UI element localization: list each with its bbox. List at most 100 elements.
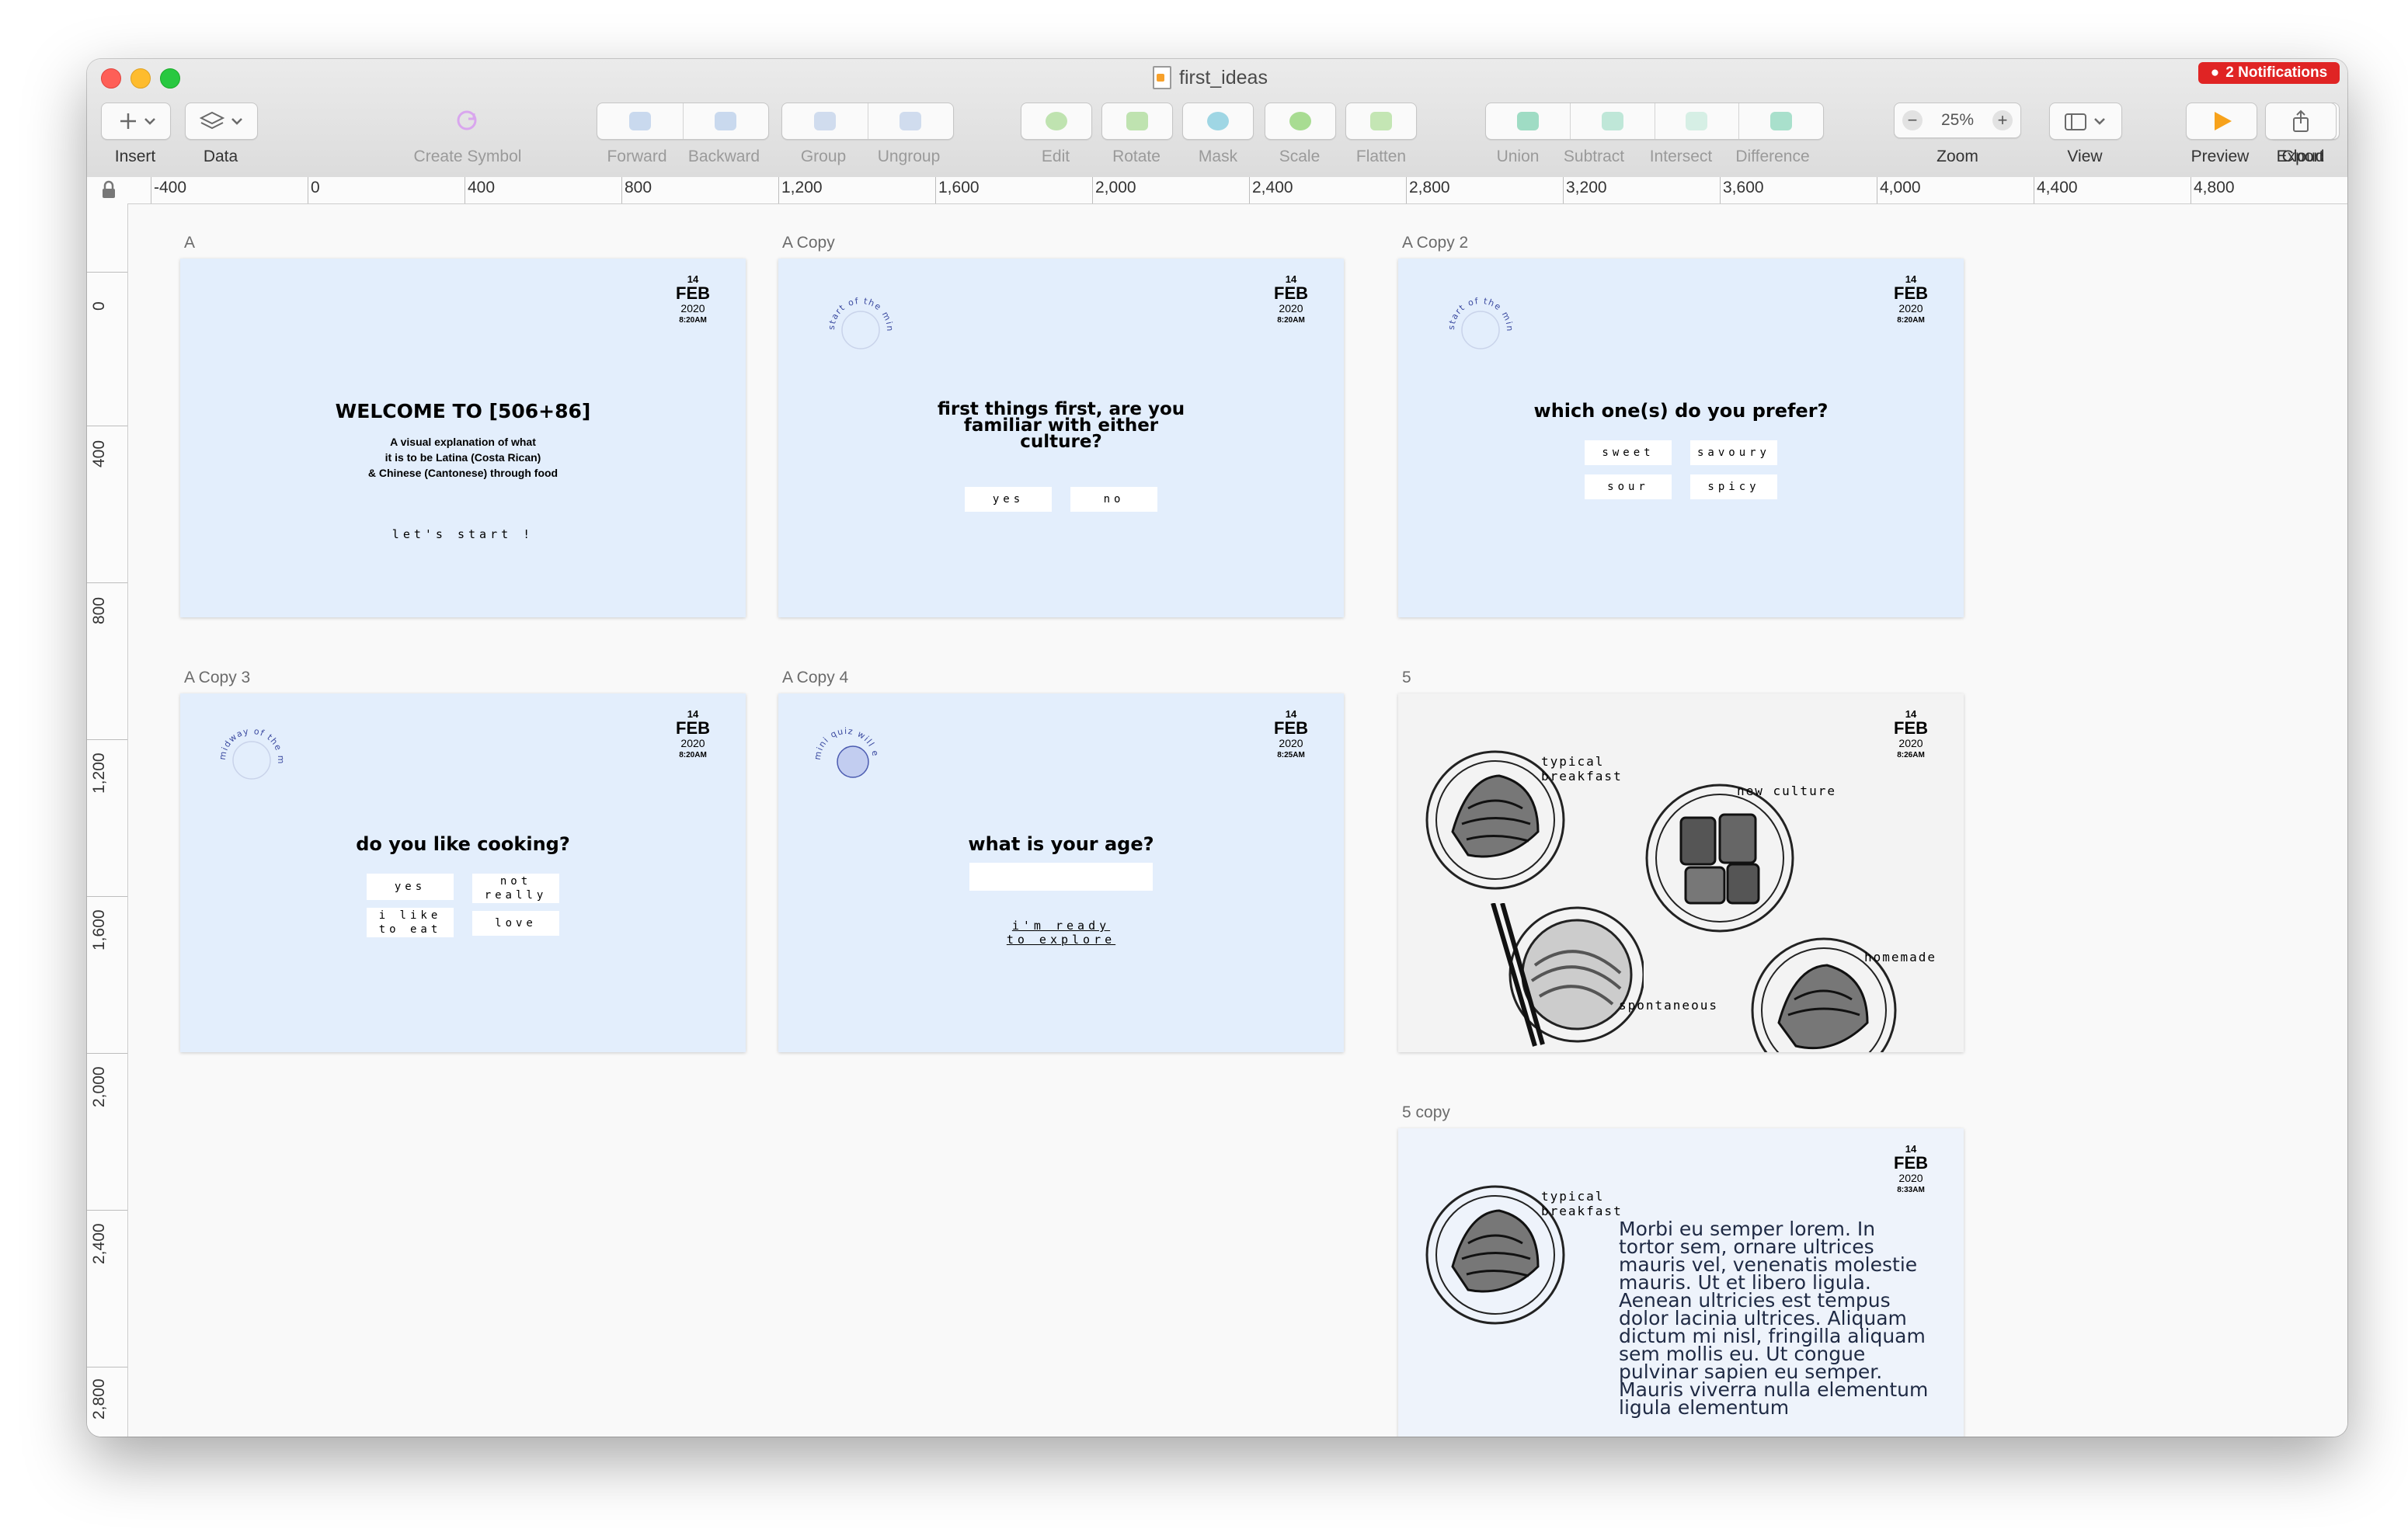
arrange-group xyxy=(597,103,769,140)
artboard-label-a-copy-2[interactable]: A Copy 2 xyxy=(1402,234,1468,252)
design-canvas[interactable]: A 14 FEB 2020 8:20AM WELCOME TO [506+86]… xyxy=(128,204,2347,1437)
subtract-button[interactable] xyxy=(1571,103,1655,139)
h-ruler-label: 3,600 xyxy=(1723,179,1764,196)
ready-to-explore-link[interactable]: i'm ready to explore xyxy=(778,919,1344,947)
option-sour[interactable]: sour xyxy=(1585,474,1672,499)
backward-label: Backward xyxy=(687,148,760,165)
layers-icon xyxy=(199,111,242,130)
view-button[interactable] xyxy=(2049,103,2122,140)
v-ruler-label: 1,600 xyxy=(90,909,108,950)
edit-button[interactable] xyxy=(1021,103,1092,140)
scale-button[interactable] xyxy=(1265,103,1336,140)
flatten-button[interactable] xyxy=(1345,103,1417,140)
question-title: first things first, are you familiar wit… xyxy=(937,399,1185,452)
backward-button[interactable] xyxy=(684,103,769,139)
option-spicy[interactable]: spicy xyxy=(1690,474,1777,499)
notifications-badge[interactable]: ● 2 Notifications xyxy=(2198,62,2340,84)
age-input[interactable] xyxy=(969,863,1153,891)
h-ruler-label: 4,400 xyxy=(2037,179,2078,196)
artboard-label-a-copy-4[interactable]: A Copy 4 xyxy=(782,669,848,687)
artboard-a-copy-4[interactable]: mini quiz will end 14 FEB 2020 8:25AM wh… xyxy=(778,693,1344,1052)
artboard-label-a-copy[interactable]: A Copy xyxy=(782,234,835,252)
close-window-button[interactable] xyxy=(101,68,121,89)
lorem-body-text: Morbi eu semper lorem. In tortor sem, or… xyxy=(1619,1218,1929,1419)
date-stamp: 14 FEB 2020 8:20AM xyxy=(670,709,716,762)
data-dropdown[interactable] xyxy=(186,103,257,139)
option-yes[interactable]: yes xyxy=(965,487,1052,512)
difference-button[interactable] xyxy=(1739,103,1823,139)
subtract-icon xyxy=(1601,112,1623,130)
mask-button[interactable] xyxy=(1182,103,1254,140)
insert-button[interactable] xyxy=(101,103,171,140)
view-dropdown[interactable] xyxy=(2050,103,2121,139)
artboard-a-copy-3[interactable]: midway of the mini quiz 14 FEB 2020 8:20… xyxy=(180,693,746,1052)
v-ruler-label: 800 xyxy=(90,596,108,624)
svg-text:start of the mini quiz: start of the mini quiz xyxy=(1443,287,1515,332)
artboard-5[interactable]: 14 FEB 2020 8:26AM typical breakfast new… xyxy=(1398,693,1964,1052)
artboard-a-copy-2[interactable]: start of the mini quiz 14 FEB 2020 8:20A… xyxy=(1398,259,1964,617)
mask-icon xyxy=(1207,112,1229,130)
horizontal-ruler[interactable]: -400 0 400 800 1,200 1,600 2,000 2,400 2… xyxy=(130,177,2347,204)
forward-icon xyxy=(628,112,651,130)
preview-button[interactable] xyxy=(2186,103,2257,140)
zoom-in-button[interactable]: + xyxy=(1992,110,2013,130)
rotate-icon xyxy=(1126,112,1148,130)
artboard-a-copy[interactable]: start of the mini quiz 14 FEB 2020 8:20A… xyxy=(778,259,1344,617)
export-button[interactable] xyxy=(2265,103,2337,140)
artboard-label-5-copy[interactable]: 5 copy xyxy=(1402,1103,1450,1122)
date-year: 2020 xyxy=(1898,302,1923,314)
insert-dropdown[interactable] xyxy=(102,103,170,139)
group-button[interactable] xyxy=(782,103,868,139)
ruler-lock-corner[interactable] xyxy=(87,177,131,204)
lets-start-link[interactable]: let's start ! xyxy=(180,527,746,541)
option-not-really[interactable]: not really xyxy=(472,874,559,903)
zoom-value[interactable]: 25% xyxy=(1941,111,1974,130)
v-ruler-label: 2,400 xyxy=(90,1223,108,1264)
h-ruler-label: 3,200 xyxy=(1566,179,1607,196)
question-title: do you like cooking? xyxy=(356,833,570,855)
quiz-end-badge: mini quiz will end xyxy=(809,717,879,778)
titlebar: first_ideas ● 2 Notifications Insert Dat… xyxy=(87,59,2347,179)
artboard-label-a[interactable]: A xyxy=(184,234,195,252)
minimize-window-button[interactable] xyxy=(130,68,151,89)
option-love[interactable]: love xyxy=(472,911,559,936)
artboard-label-a-copy-3[interactable]: A Copy 3 xyxy=(184,669,250,687)
ungroup-icon xyxy=(900,112,922,130)
lock-icon xyxy=(103,180,115,198)
artboard-5-copy[interactable]: 14 FEB 2020 8:33AM typical breakfast Mor… xyxy=(1398,1128,1964,1437)
artboard-a[interactable]: 14 FEB 2020 8:20AM WELCOME TO [506+86] A… xyxy=(180,259,746,617)
food-label-typical-breakfast: typical breakfast xyxy=(1541,754,1623,784)
data-button[interactable] xyxy=(185,103,258,140)
forward-button[interactable] xyxy=(597,103,684,139)
v-ruler-label: 400 xyxy=(90,440,108,467)
create-symbol-button[interactable] xyxy=(423,103,511,138)
union-button[interactable] xyxy=(1486,103,1571,139)
option-sweet[interactable]: sweet xyxy=(1585,440,1672,465)
app-window: first_ideas ● 2 Notifications Insert Dat… xyxy=(87,59,2347,1437)
intersect-button[interactable] xyxy=(1655,103,1740,139)
rotate-button[interactable] xyxy=(1101,103,1173,140)
date-time: 8:20AM xyxy=(1277,316,1305,325)
option-no[interactable]: no xyxy=(1070,487,1157,512)
flatten-label: Flatten xyxy=(1355,148,1407,165)
date-month: FEB xyxy=(1894,1153,1928,1173)
vertical-ruler[interactable]: 0 400 800 1,200 1,600 2,000 2,400 2,800 xyxy=(87,203,128,1437)
difference-label: Difference xyxy=(1735,148,1810,165)
zoom-out-button[interactable]: − xyxy=(1902,110,1923,130)
option-i-like-to-eat[interactable]: i like to eat xyxy=(367,908,454,937)
date-year: 2020 xyxy=(1279,302,1303,314)
view-layout-icon xyxy=(2065,113,2105,130)
v-ruler-label: 2,800 xyxy=(90,1378,108,1420)
group-icon xyxy=(813,112,836,130)
option-savoury[interactable]: savoury xyxy=(1690,440,1777,465)
date-year: 2020 xyxy=(680,737,705,749)
option-yes[interactable]: yes xyxy=(367,874,454,900)
h-ruler-label: 2,000 xyxy=(1095,179,1136,196)
quiz-progress-badge: start of the mini quiz xyxy=(823,287,894,349)
ungroup-button[interactable] xyxy=(868,103,954,139)
artboard-label-5[interactable]: 5 xyxy=(1402,669,1411,687)
maximize-window-button[interactable] xyxy=(160,68,180,89)
boolean-ops-group xyxy=(1485,103,1824,140)
quiz-progress-badge: midway of the mini quiz xyxy=(214,717,285,780)
ungroup-label: Ungroup xyxy=(877,148,941,165)
